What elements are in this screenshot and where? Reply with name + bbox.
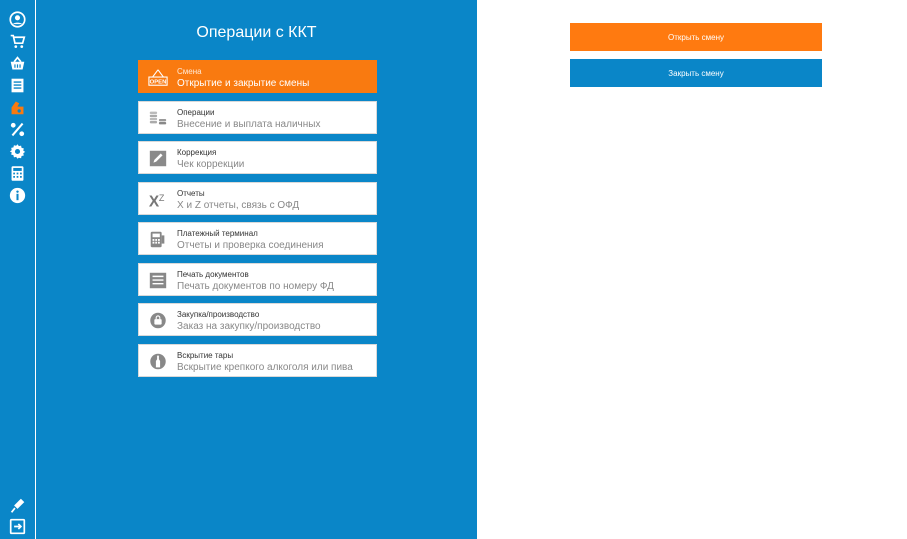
percent-icon[interactable] (9, 121, 26, 138)
bag-icon (147, 311, 169, 330)
menu-item-subtitle: Открытие и закрытие смены (177, 78, 310, 89)
open-shift-button[interactable]: Открыть смену (570, 23, 822, 51)
svg-text:OPEN: OPEN (150, 80, 167, 86)
plug-icon[interactable] (9, 497, 26, 514)
logout-icon[interactable] (9, 518, 26, 535)
print-document-icon (147, 271, 169, 290)
menu-item-title: Печать документов (177, 269, 249, 279)
svg-text:Z: Z (159, 192, 165, 202)
menu-item-subtitle: Внесение и выплата наличных (177, 118, 321, 130)
close-shift-button[interactable]: Закрыть смену (570, 59, 822, 87)
info-icon[interactable] (9, 187, 26, 204)
icon-rail (0, 0, 35, 539)
menu-item-title: Операции (177, 107, 215, 117)
menu-item-subtitle: Чек коррекции (177, 159, 245, 170)
menu-item-print-documents[interactable]: Печать документов Печать документов по н… (138, 262, 377, 296)
menu-item-operations[interactable]: Операции Внесение и выплата наличных (138, 100, 377, 134)
xz-icon: XZ (147, 190, 169, 208)
calculator-icon[interactable] (9, 165, 26, 182)
menu-item-payment-terminal[interactable]: Платежный терминал Отчеты и проверка сое… (138, 222, 377, 255)
cash-register-icon[interactable] (9, 99, 26, 116)
pencil-icon (147, 149, 169, 168)
menu-item-purchase[interactable]: Закупка/производство Заказ на закупку/пр… (138, 303, 377, 336)
document-list-icon[interactable] (9, 77, 26, 94)
menu-item-title: Закупка/производство (177, 310, 260, 319)
menu-item-title: Коррекция (177, 148, 217, 157)
menu-item-title: Платежный терминал (177, 229, 258, 238)
coins-icon (147, 109, 169, 128)
menu-item-title: Отчеты (177, 188, 205, 198)
open-sign-icon: OPEN (147, 68, 169, 87)
menu-item-subtitle: Печать документов по номеру ФД (177, 280, 334, 292)
panel-title: Операции с ККТ (196, 24, 317, 41)
gear-icon[interactable] (9, 143, 26, 160)
user-icon[interactable] (9, 11, 26, 28)
menu-item-title: Смена (177, 67, 202, 76)
operations-menu: OPEN Смена Открытие и закрытие смены Опе… (138, 60, 377, 384)
menu-item-subtitle: Заказ на закупку/производство (177, 321, 321, 332)
bottle-icon (147, 352, 169, 371)
menu-item-shift[interactable]: OPEN Смена Открытие и закрытие смены (138, 60, 377, 93)
operations-panel: Операции с ККТ OPEN Смена Открытие и зак… (36, 0, 477, 539)
menu-item-reports[interactable]: XZ Отчеты X и Z отчеты, связь с ОФД (138, 181, 377, 215)
menu-item-subtitle: X и Z отчеты, связь с ОФД (177, 199, 300, 211)
terminal-icon (147, 230, 169, 249)
menu-item-open-container[interactable]: Вскрытие тары Вскрытие крепкого алкоголя… (138, 343, 377, 377)
menu-item-title: Вскрытие тары (177, 350, 234, 360)
menu-item-subtitle: Вскрытие крепкого алкоголя или пива (177, 361, 353, 373)
menu-item-correction[interactable]: Коррекция Чек коррекции (138, 141, 377, 174)
menu-item-subtitle: Отчеты и проверка соединения (177, 240, 324, 251)
cart-icon[interactable] (9, 33, 26, 50)
basket-icon[interactable] (9, 55, 26, 72)
